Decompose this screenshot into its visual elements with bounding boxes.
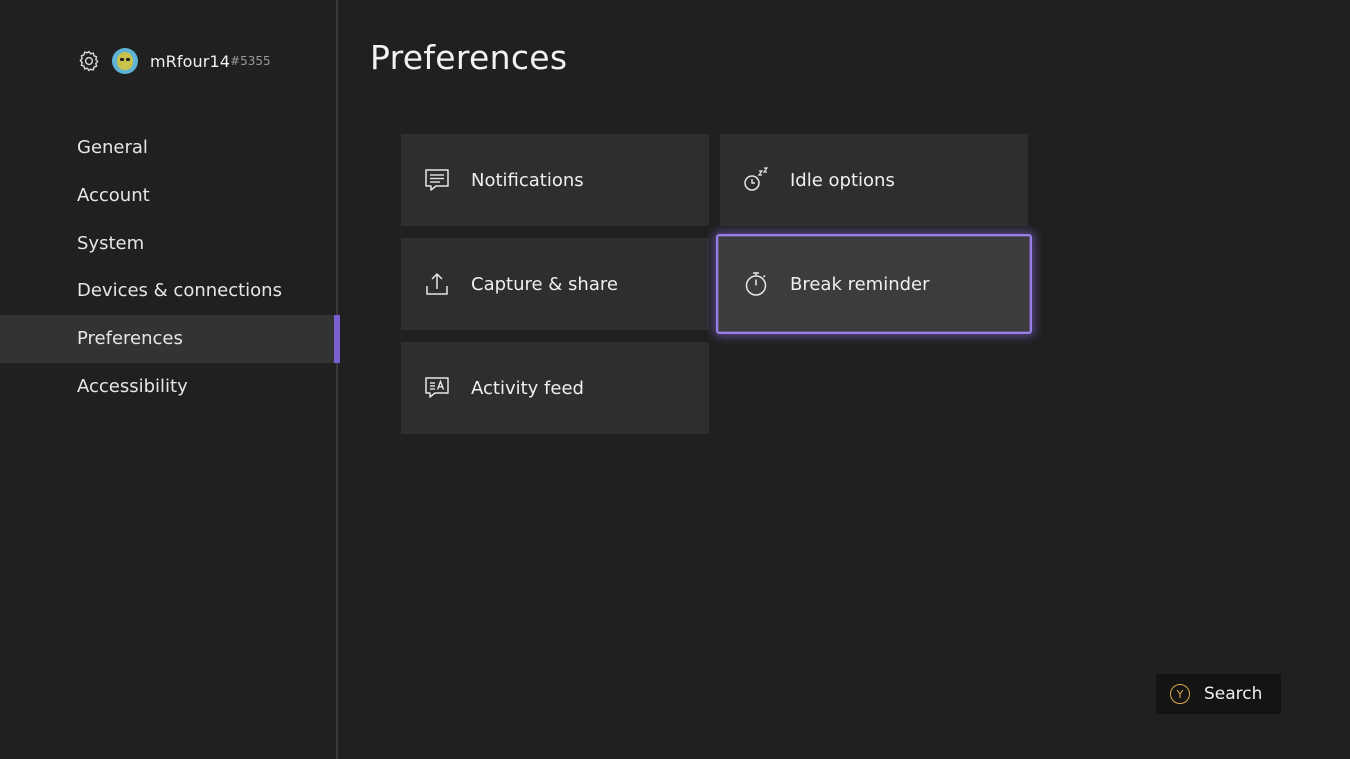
y-button-icon: Y — [1170, 684, 1190, 704]
gamertag-suffix: #5355 — [230, 54, 271, 68]
search-label: Search — [1204, 684, 1263, 704]
avatar — [112, 48, 138, 74]
sidebar-item-accessibility[interactable]: Accessibility — [0, 363, 338, 411]
gear-icon — [76, 48, 102, 74]
tile-label: Break reminder — [790, 273, 930, 295]
tile-label: Activity feed — [471, 377, 584, 399]
tile-capture-share[interactable]: Capture & share — [401, 238, 709, 330]
upload-share-icon — [423, 270, 451, 298]
tile-break-reminder[interactable]: Break reminder — [716, 234, 1032, 334]
sidebar-item-preferences[interactable]: Preferences — [0, 315, 340, 363]
settings-screen: mRfour14 #5355 General Account System De… — [0, 0, 1350, 759]
search-button[interactable]: Y Search — [1156, 674, 1281, 714]
tile-label: Idle options — [790, 169, 895, 191]
sidebar-item-system[interactable]: System — [0, 220, 338, 268]
sidebar-item-account[interactable]: Account — [0, 172, 338, 220]
tile-notifications[interactable]: Notifications — [401, 134, 709, 226]
sidebar-nav: General Account System Devices & connect… — [0, 124, 340, 411]
sidebar-item-devices-connections[interactable]: Devices & connections — [0, 267, 338, 315]
stopwatch-icon — [742, 270, 770, 298]
sidebar: mRfour14 #5355 General Account System De… — [0, 0, 340, 759]
activity-feed-icon — [423, 374, 451, 402]
profile-header: mRfour14 #5355 — [76, 45, 271, 77]
tile-label: Capture & share — [471, 273, 618, 295]
tile-idle-options[interactable]: Idle options — [720, 134, 1028, 226]
notifications-icon — [423, 166, 451, 194]
tile-label: Notifications — [471, 169, 584, 191]
sidebar-item-general[interactable]: General — [0, 124, 338, 172]
page-title: Preferences — [370, 38, 568, 77]
tile-activity-feed[interactable]: Activity feed — [401, 342, 709, 434]
gamertag: mRfour14 — [150, 51, 231, 71]
idle-clock-icon — [742, 166, 770, 194]
